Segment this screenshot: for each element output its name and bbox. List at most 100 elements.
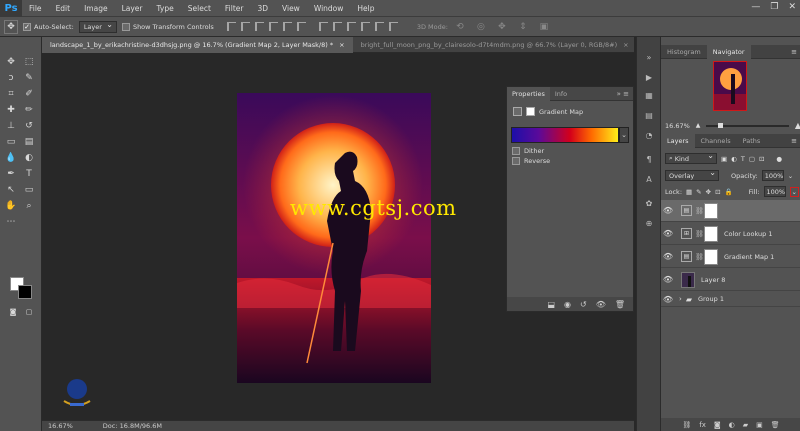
menu-select[interactable]: Select: [181, 4, 218, 13]
layers-menu-icon[interactable]: ≡: [791, 137, 800, 145]
menu-help[interactable]: Help: [350, 4, 381, 13]
history-brush-tool-icon[interactable]: ↺: [22, 119, 36, 133]
align-bottom-icon[interactable]: [254, 22, 264, 31]
clone-stamp-tool-icon[interactable]: ⊥: [4, 119, 18, 133]
visibility-eye-icon[interactable]: 👁: [661, 295, 675, 304]
distribute-top-icon[interactable]: [318, 22, 328, 31]
layer-mask-thumbnail[interactable]: [704, 202, 718, 219]
clip-to-layer-icon[interactable]: ⬓: [547, 300, 555, 309]
layer-thumbnail[interactable]: [681, 271, 695, 288]
align-right-icon[interactable]: [296, 22, 306, 31]
close-tab-icon[interactable]: ×: [623, 41, 628, 49]
add-mask-icon[interactable]: ◙: [714, 421, 721, 429]
link-chain-icon[interactable]: ⛓: [695, 207, 704, 215]
new-group-icon[interactable]: ▰: [743, 421, 748, 429]
visibility-eye-icon[interactable]: 👁: [661, 206, 675, 215]
filter-adjust-icon[interactable]: ◐: [731, 155, 737, 163]
dither-option[interactable]: Dither: [512, 147, 544, 155]
align-vcenter-icon[interactable]: [240, 22, 250, 31]
zoom-out-icon[interactable]: ▲: [696, 122, 701, 129]
layer-name[interactable]: Group 1: [698, 295, 724, 303]
filter-smart-icon[interactable]: ⊡: [759, 155, 764, 163]
3d-roll-icon[interactable]: ◎: [474, 20, 488, 34]
layer-row-color-lookup-1[interactable]: 👁 ⊞ ⛓ Color Lookup 1: [661, 223, 800, 245]
hand-tool-icon[interactable]: ✋: [4, 199, 18, 213]
lock-artboard-icon[interactable]: ⊡: [715, 188, 720, 196]
dock-character-icon[interactable]: A: [643, 173, 655, 185]
dock-collapse-icon[interactable]: »: [643, 51, 655, 63]
menu-type[interactable]: Type: [150, 4, 181, 13]
document-artwork[interactable]: [237, 93, 431, 383]
background-color-swatch[interactable]: [18, 285, 32, 299]
blend-mode-dropdown[interactable]: Overlay: [665, 168, 719, 181]
filter-pixel-icon[interactable]: ▣: [721, 155, 727, 163]
crop-tool-icon[interactable]: ⌗: [4, 87, 18, 101]
show-transform-option[interactable]: Show Transform Controls: [121, 22, 214, 31]
navigator-thumbnail[interactable]: [713, 61, 747, 111]
edit-toolbar-icon[interactable]: ⋯: [4, 215, 18, 229]
distribute-hcenter-icon[interactable]: [374, 22, 384, 31]
gradient-preview[interactable]: [511, 127, 619, 143]
close-tab-icon[interactable]: ×: [339, 41, 344, 49]
3d-pan-icon[interactable]: ✥: [495, 20, 509, 34]
auto-select-option[interactable]: ✓ Auto-Select:: [23, 22, 74, 31]
zoom-tool-icon[interactable]: ⌕: [22, 199, 36, 213]
menu-filter[interactable]: Filter: [218, 4, 251, 13]
lock-all-icon[interactable]: 🔒: [725, 188, 733, 196]
menu-layer[interactable]: Layer: [115, 4, 150, 13]
layer-row-gradient-map-1[interactable]: 👁 ▤ ⛓ Gradient Map 1: [661, 246, 800, 268]
type-tool-icon[interactable]: T: [22, 167, 36, 181]
close-window-button[interactable]: ✕: [788, 2, 796, 12]
link-chain-icon[interactable]: ⛓: [695, 230, 704, 238]
filter-shape-icon[interactable]: ▢: [749, 155, 755, 163]
dodge-tool-icon[interactable]: ◐: [22, 151, 36, 165]
layer-mask-thumbnail[interactable]: [704, 248, 718, 265]
visibility-eye-icon[interactable]: 👁: [661, 229, 675, 238]
layer-style-icon[interactable]: fx: [699, 421, 706, 429]
layer-mask-thumbnail[interactable]: [704, 225, 718, 242]
opacity-dropdown-icon[interactable]: ⌄: [788, 172, 793, 180]
group-expand-chevron-icon[interactable]: ›: [679, 295, 682, 303]
align-top-icon[interactable]: [226, 22, 236, 31]
visibility-icon[interactable]: 👁: [596, 300, 606, 309]
visibility-eye-icon[interactable]: 👁: [661, 275, 675, 284]
visibility-eye-icon[interactable]: 👁: [661, 252, 675, 261]
quick-mask-icon[interactable]: ◙: [6, 305, 20, 319]
path-select-tool-icon[interactable]: ↖: [4, 183, 18, 197]
fill-field[interactable]: 100%: [763, 186, 786, 197]
tab-navigator[interactable]: Navigator: [706, 44, 751, 59]
zoom-in-icon[interactable]: ▲: [795, 121, 800, 130]
auto-select-checkbox[interactable]: ✓: [23, 22, 31, 31]
layer-row-group-1[interactable]: 👁 › ▰ Group 1: [661, 292, 800, 307]
lock-transparent-icon[interactable]: ▦: [686, 188, 692, 196]
dither-checkbox[interactable]: [512, 147, 520, 155]
layer-name[interactable]: Layer 8: [701, 276, 725, 284]
dock-history-icon[interactable]: ▦: [643, 89, 655, 101]
3d-scale-icon[interactable]: ▣: [537, 20, 551, 34]
new-layer-icon[interactable]: ▣: [756, 421, 763, 429]
navigator-zoom-value[interactable]: 16.67%: [665, 122, 690, 130]
tab-moon[interactable]: bright_full_moon_png_by_clairesolo-d7t4m…: [353, 37, 637, 53]
reset-icon[interactable]: ↺: [580, 300, 587, 309]
reverse-checkbox[interactable]: [512, 157, 520, 165]
align-hcenter-icon[interactable]: [282, 22, 292, 31]
lasso-tool-icon[interactable]: ↄ: [4, 71, 18, 85]
opacity-field[interactable]: 100%: [761, 170, 784, 181]
reverse-option[interactable]: Reverse: [512, 157, 550, 165]
panel-collapse-icon[interactable]: » ≡: [617, 90, 633, 98]
quick-select-tool-icon[interactable]: ✎: [22, 71, 36, 85]
minimize-button[interactable]: —: [751, 2, 760, 12]
eraser-tool-icon[interactable]: ▭: [4, 135, 18, 149]
lock-position-icon[interactable]: ✥: [706, 188, 711, 196]
navigator-zoom-slider[interactable]: [706, 122, 789, 128]
distribute-vcenter-icon[interactable]: [332, 22, 342, 31]
auto-select-dropdown[interactable]: Layer: [78, 20, 117, 33]
marquee-tool-icon[interactable]: ⬚: [22, 55, 36, 69]
layer-filter-kind[interactable]: ⌕ Kind: [665, 151, 717, 164]
tab-landscape[interactable]: landscape_1_by_erikachristine-d3dhsjg.pn…: [42, 37, 353, 53]
distribute-right-icon[interactable]: [388, 22, 398, 31]
dock-properties-icon[interactable]: ▤: [643, 109, 655, 121]
gradient-tool-icon[interactable]: ▤: [22, 135, 36, 149]
distribute-bottom-icon[interactable]: [346, 22, 356, 31]
tab-histogram[interactable]: Histogram: [661, 45, 707, 59]
